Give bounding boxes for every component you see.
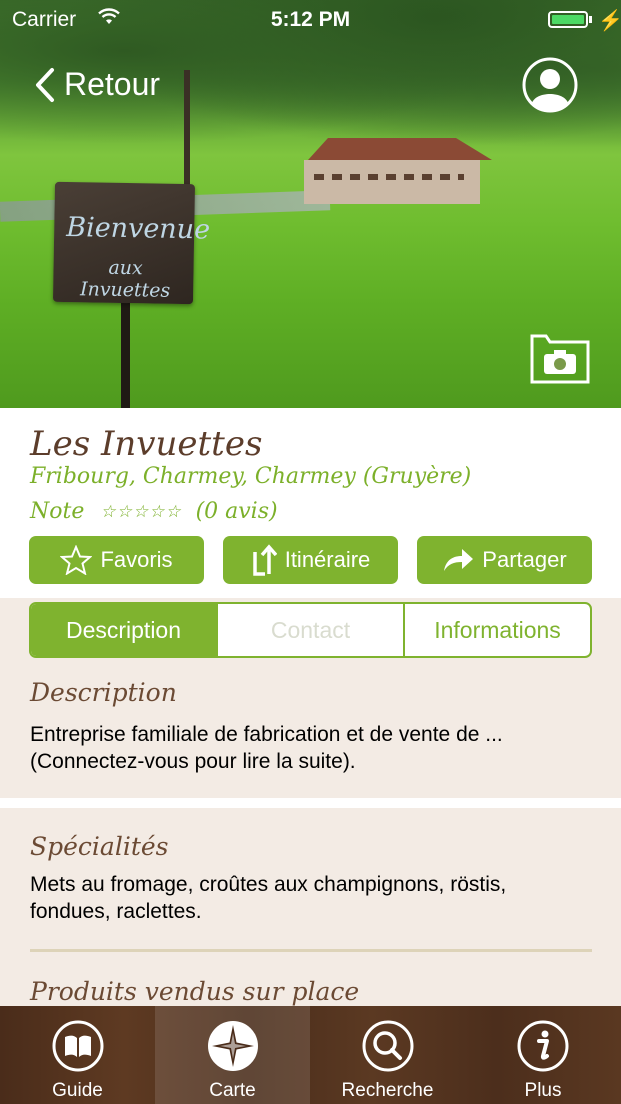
bottom-tab-bar: Guide Carte Recherche Plus	[0, 1006, 621, 1104]
share-label: Partager	[482, 547, 567, 572]
tab-contact[interactable]: Contact	[216, 604, 403, 656]
tabbar-guide[interactable]: Guide	[0, 1006, 155, 1104]
tab-informations[interactable]: Informations	[403, 604, 590, 656]
itinerary-button[interactable]: Itinéraire	[223, 536, 398, 584]
tab-description[interactable]: Description	[31, 604, 216, 656]
sign-post	[121, 290, 130, 408]
produits-heading: Produits vendus sur place	[30, 977, 360, 1006]
info-icon	[517, 1020, 569, 1072]
sign-text-line2: aux Invuettes	[79, 256, 171, 302]
rating-row: Note ☆☆☆☆☆ (0 avis)	[30, 499, 278, 524]
itinerary-label: Itinéraire	[284, 547, 371, 572]
rating-label: Note	[30, 499, 85, 524]
favorites-label: Favoris	[100, 547, 173, 572]
user-icon	[522, 57, 578, 113]
farmhouse	[292, 138, 492, 204]
back-label: Retour	[64, 66, 161, 102]
status-bar: Carrier 5:12 PM ⚡	[0, 0, 621, 40]
welcome-sign: Bienvenue aux Invuettes	[52, 181, 211, 305]
favorites-button[interactable]: Favoris	[29, 536, 204, 584]
clock: 5:12 PM	[270, 8, 351, 31]
add-photo-button[interactable]	[530, 332, 590, 384]
tabbar-carte-label: Carte	[209, 1080, 256, 1101]
star-icon	[60, 545, 93, 575]
tabbar-recherche[interactable]: Recherche	[310, 1006, 465, 1104]
compass-icon	[207, 1021, 258, 1071]
share-button[interactable]: Partager	[417, 536, 592, 584]
place-title: Les Invuettes	[30, 424, 263, 464]
profile-button[interactable]	[522, 57, 578, 113]
back-button[interactable]: Retour	[34, 66, 160, 103]
divider	[30, 949, 592, 952]
sign-text-line1: Bienvenue	[65, 211, 211, 246]
book-icon	[52, 1020, 103, 1072]
section-separator	[0, 798, 621, 808]
place-info: Les Invuettes Fribourg, Charmey, Charmey…	[0, 408, 621, 598]
share-arrow-icon	[444, 549, 474, 571]
tabbar-plus-label: Plus	[524, 1080, 562, 1101]
tabbar-plus[interactable]: Plus	[465, 1006, 621, 1104]
chevron-left-icon	[36, 67, 54, 102]
specialites-text: Mets au fromage, croûtes aux champignons…	[30, 873, 507, 923]
tabbar-carte[interactable]: Carte	[155, 1006, 310, 1104]
segmented-tabs: Description Contact Informations	[29, 602, 592, 658]
battery-icon	[548, 11, 588, 28]
charging-icon: ⚡	[598, 10, 621, 32]
description-text: Entreprise familiale de fabrication et d…	[30, 723, 503, 773]
tabbar-guide-label: Guide	[52, 1080, 103, 1101]
specialites-heading: Spécialités	[30, 832, 169, 861]
route-icon	[252, 544, 277, 576]
tabbar-recherche-label: Recherche	[341, 1080, 434, 1101]
camera-icon	[530, 334, 590, 384]
description-heading: Description	[30, 678, 177, 707]
rating-stars[interactable]: ☆☆☆☆☆	[100, 502, 181, 522]
search-icon	[362, 1020, 413, 1072]
place-location: Fribourg, Charmey, Charmey (Gruyère)	[30, 464, 472, 489]
review-count: (0 avis)	[195, 499, 278, 524]
